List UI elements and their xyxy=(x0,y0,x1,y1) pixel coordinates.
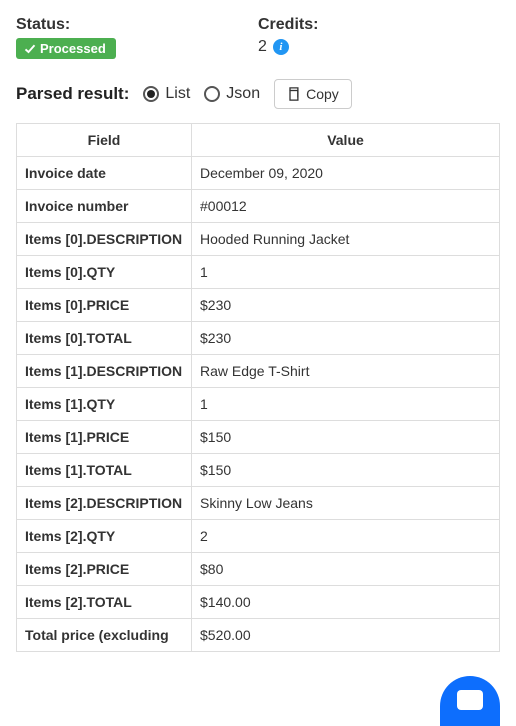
status-badge-text: Processed xyxy=(40,41,106,56)
col-header-field: Field xyxy=(17,124,192,157)
chat-widget-button[interactable] xyxy=(440,676,500,726)
table-row: Items [1].TOTAL$150 xyxy=(17,454,500,487)
col-header-value: Value xyxy=(192,124,500,157)
table-cell-value: $150 xyxy=(192,454,500,487)
table-cell-value: $150 xyxy=(192,421,500,454)
table-row: Total price (excluding$520.00 xyxy=(17,619,500,652)
table-row: Invoice dateDecember 09, 2020 xyxy=(17,157,500,190)
table-cell-field: Items [0].PRICE xyxy=(17,289,192,322)
table-cell-value: Raw Edge T-Shirt xyxy=(192,355,500,388)
check-icon xyxy=(24,43,36,55)
table-cell-value: 1 xyxy=(192,388,500,421)
copy-button-label: Copy xyxy=(306,86,339,102)
table-cell-value: $520.00 xyxy=(192,619,500,652)
table-row: Items [0].DESCRIPTIONHooded Running Jack… xyxy=(17,223,500,256)
radio-json[interactable]: Json xyxy=(204,85,260,103)
parsed-result-table: Field Value Invoice dateDecember 09, 202… xyxy=(16,123,500,652)
chat-icon xyxy=(457,690,483,710)
table-row: Invoice number#00012 xyxy=(17,190,500,223)
table-row: Items [2].QTY2 xyxy=(17,520,500,553)
radio-icon xyxy=(143,86,159,102)
table-cell-field: Items [1].PRICE xyxy=(17,421,192,454)
credits-label: Credits: xyxy=(258,16,500,34)
table-cell-value: December 09, 2020 xyxy=(192,157,500,190)
table-row: Items [2].PRICE$80 xyxy=(17,553,500,586)
table-cell-field: Invoice number xyxy=(17,190,192,223)
radio-list-label: List xyxy=(165,85,190,103)
table-cell-field: Invoice date xyxy=(17,157,192,190)
table-cell-value: #00012 xyxy=(192,190,500,223)
copy-button[interactable]: Copy xyxy=(274,79,352,109)
table-cell-field: Items [0].DESCRIPTION xyxy=(17,223,192,256)
table-cell-value: Hooded Running Jacket xyxy=(192,223,500,256)
table-cell-field: Items [1].QTY xyxy=(17,388,192,421)
table-cell-field: Items [2].PRICE xyxy=(17,553,192,586)
radio-json-label: Json xyxy=(226,85,260,103)
status-label: Status: xyxy=(16,16,258,34)
table-cell-field: Items [0].QTY xyxy=(17,256,192,289)
table-cell-value: $230 xyxy=(192,322,500,355)
parsed-result-label: Parsed result: xyxy=(16,84,129,104)
credits-value: 2 xyxy=(258,38,267,56)
table-row: Items [2].TOTAL$140.00 xyxy=(17,586,500,619)
table-cell-value: Skinny Low Jeans xyxy=(192,487,500,520)
radio-icon xyxy=(204,86,220,102)
table-cell-field: Total price (excluding xyxy=(17,619,192,652)
status-badge: Processed xyxy=(16,38,116,59)
table-cell-field: Items [2].QTY xyxy=(17,520,192,553)
table-row: Items [1].DESCRIPTIONRaw Edge T-Shirt xyxy=(17,355,500,388)
table-cell-value: $230 xyxy=(192,289,500,322)
radio-list[interactable]: List xyxy=(143,85,190,103)
table-cell-value: $80 xyxy=(192,553,500,586)
table-row: Items [1].QTY1 xyxy=(17,388,500,421)
table-row: Items [1].PRICE$150 xyxy=(17,421,500,454)
table-cell-value: 2 xyxy=(192,520,500,553)
table-row: Items [0].PRICE$230 xyxy=(17,289,500,322)
table-cell-field: Items [1].TOTAL xyxy=(17,454,192,487)
table-cell-value: 1 xyxy=(192,256,500,289)
table-cell-value: $140.00 xyxy=(192,586,500,619)
view-mode-radio-group: List Json xyxy=(143,85,260,103)
table-cell-field: Items [2].DESCRIPTION xyxy=(17,487,192,520)
copy-icon xyxy=(287,87,300,101)
table-cell-field: Items [2].TOTAL xyxy=(17,586,192,619)
table-row: Items [0].QTY1 xyxy=(17,256,500,289)
table-row: Items [0].TOTAL$230 xyxy=(17,322,500,355)
table-cell-field: Items [0].TOTAL xyxy=(17,322,192,355)
info-icon[interactable]: i xyxy=(273,39,289,55)
table-cell-field: Items [1].DESCRIPTION xyxy=(17,355,192,388)
table-row: Items [2].DESCRIPTIONSkinny Low Jeans xyxy=(17,487,500,520)
